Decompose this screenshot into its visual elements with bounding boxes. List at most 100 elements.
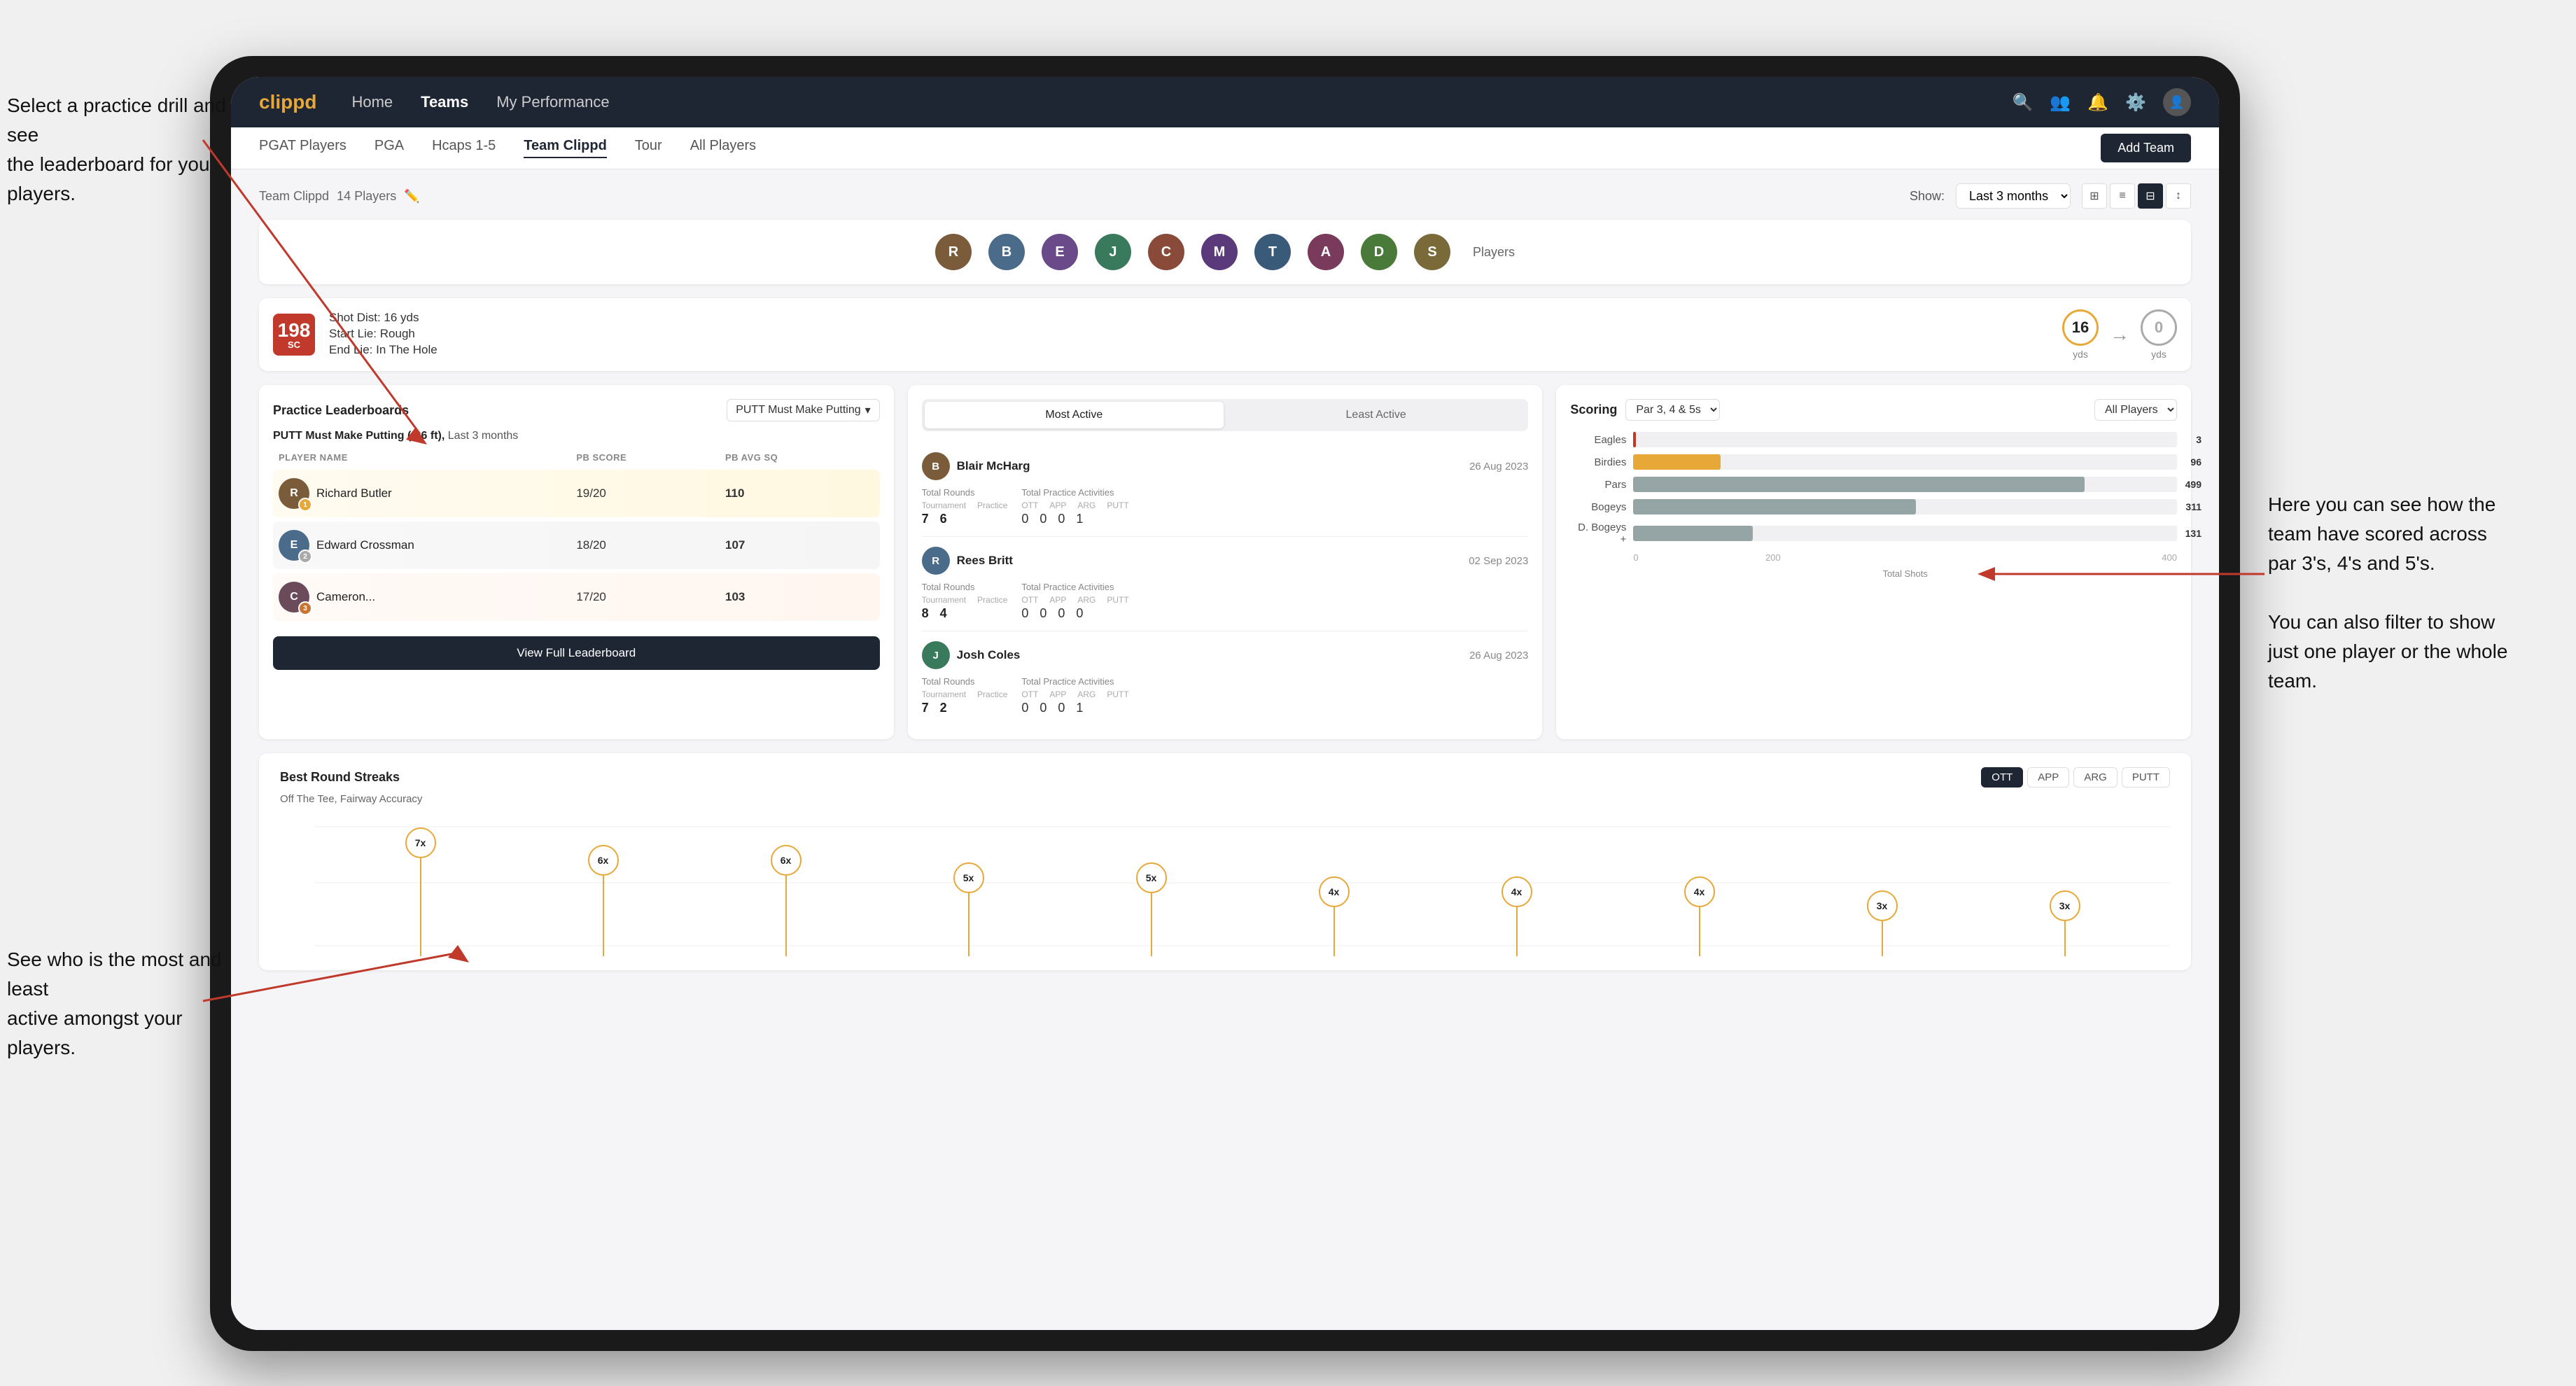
least-active-toggle[interactable]: Least Active bbox=[1226, 402, 1525, 428]
player-avatar-2[interactable]: B bbox=[988, 234, 1025, 270]
lb-avatar-1: R 1 bbox=[279, 478, 309, 509]
tablet-frame: clippd Home Teams My Performance 🔍 👥 🔔 ⚙… bbox=[210, 56, 2240, 1351]
lb-score-2: 18/20 bbox=[576, 538, 725, 552]
navbar: clippd Home Teams My Performance 🔍 👥 🔔 ⚙… bbox=[231, 77, 2219, 127]
nav-icons: 🔍 👥 🔔 ⚙️ 👤 bbox=[2012, 88, 2191, 116]
streak-dot-8: 4x bbox=[1684, 816, 1715, 956]
nav-logo: clippd bbox=[259, 91, 316, 113]
player-avatar-8[interactable]: A bbox=[1308, 234, 1344, 270]
users-icon[interactable]: 👥 bbox=[2050, 92, 2071, 113]
edit-team-icon[interactable]: ✏️ bbox=[404, 189, 419, 203]
streaks-header: Best Round Streaks OTT APP ARG PUTT bbox=[280, 767, 2170, 788]
scoring-filter-par[interactable]: Par 3, 4 & 5s bbox=[1625, 399, 1720, 421]
show-select[interactable]: Last 3 months bbox=[1956, 183, 2071, 209]
tab-all-players[interactable]: All Players bbox=[690, 138, 756, 158]
streak-dot-9: 3x bbox=[1867, 816, 1898, 956]
streaks-card: Best Round Streaks OTT APP ARG PUTT Off … bbox=[259, 753, 2191, 970]
player-avatar-9[interactable]: D bbox=[1361, 234, 1397, 270]
lb-avg-1: 110 bbox=[725, 486, 874, 500]
lb-name-1: Richard Butler bbox=[316, 486, 392, 500]
settings-icon[interactable]: ⚙️ bbox=[2125, 92, 2146, 113]
tab-team-clippd[interactable]: Team Clippd bbox=[524, 138, 607, 158]
scoring-header: Scoring Par 3, 4 & 5s All Players bbox=[1570, 399, 2177, 421]
three-col-layout: Practice Leaderboards PUTT Must Make Put… bbox=[259, 385, 2191, 739]
add-team-button[interactable]: Add Team bbox=[2101, 134, 2191, 162]
player-avatar-10[interactable]: S bbox=[1414, 234, 1450, 270]
lb-score-3: 17/20 bbox=[576, 590, 725, 604]
shot-info: Shot Dist: 16 yds Start Lie: Rough End L… bbox=[329, 311, 2048, 359]
streak-dot-6: 4x bbox=[1319, 816, 1350, 956]
ap-avatar-3: J bbox=[922, 641, 950, 669]
streak-dot-4: 5x bbox=[953, 816, 984, 956]
streaks-chart: 8 4 0 7x bbox=[315, 816, 2170, 956]
team-title-area: Team Clippd 14 Players ✏️ bbox=[259, 188, 420, 204]
streak-btn-app[interactable]: APP bbox=[2027, 767, 2069, 788]
tab-tour[interactable]: Tour bbox=[635, 138, 662, 158]
lb-avatar-2: E 2 bbox=[279, 530, 309, 561]
streaks-subtitle: Off The Tee, Fairway Accuracy bbox=[280, 793, 2170, 805]
main-content: Team Clippd 14 Players ✏️ Show: Last 3 m… bbox=[231, 169, 2219, 1330]
lb-row-1: R 1 Richard Butler 19/20 110 bbox=[273, 470, 880, 517]
tab-hcaps[interactable]: Hcaps 1-5 bbox=[432, 138, 496, 158]
view-sort-icon[interactable]: ↕ bbox=[2166, 183, 2191, 209]
ap-avatar-1: B bbox=[922, 452, 950, 480]
ap-name-1: Blair McHarg bbox=[957, 459, 1030, 473]
ap-date-1: 26 Aug 2023 bbox=[1469, 461, 1528, 472]
players-strip: R B E J C M T A D S Players bbox=[259, 220, 2191, 284]
view-full-leaderboard-button[interactable]: View Full Leaderboard bbox=[273, 636, 880, 670]
view-icons: ⊞ ≡ ⊟ ↕ bbox=[2082, 183, 2191, 209]
show-label: Show: bbox=[1910, 189, 1945, 204]
team-controls: Show: Last 3 months ⊞ ≡ ⊟ ↕ bbox=[1910, 183, 2191, 209]
activity-toggle: Most Active Least Active bbox=[922, 399, 1529, 431]
shot-circle-2: 0 yds bbox=[2141, 309, 2177, 360]
annotation-top-left: Select a practice drill and see the lead… bbox=[7, 91, 245, 209]
activity-player-1: B Blair McHarg 26 Aug 2023 Total Rounds … bbox=[922, 442, 1529, 537]
user-avatar[interactable]: 👤 bbox=[2163, 88, 2191, 116]
view-grid-icon[interactable]: ⊞ bbox=[2082, 183, 2107, 209]
lb-header: PLAYER NAME PB SCORE PB AVG SQ bbox=[273, 452, 880, 463]
team-header: Team Clippd 14 Players ✏️ Show: Last 3 m… bbox=[259, 183, 2191, 209]
player-avatar-3[interactable]: E bbox=[1042, 234, 1078, 270]
view-card-icon[interactable]: ⊟ bbox=[2138, 183, 2163, 209]
tab-pgat[interactable]: PGAT Players bbox=[259, 138, 346, 158]
streak-dot-5: 5x bbox=[1136, 816, 1167, 956]
practice-filter[interactable]: PUTT Must Make Putting ▾ bbox=[727, 399, 879, 421]
subnav-tabs: PGAT Players PGA Hcaps 1-5 Team Clippd T… bbox=[259, 138, 756, 158]
scoring-card: Scoring Par 3, 4 & 5s All Players Eagles bbox=[1556, 385, 2191, 739]
ap-date-3: 26 Aug 2023 bbox=[1469, 650, 1528, 662]
most-active-toggle[interactable]: Most Active bbox=[925, 402, 1224, 428]
nav-links: Home Teams My Performance bbox=[351, 93, 2012, 111]
nav-link-teams[interactable]: Teams bbox=[421, 93, 468, 111]
nav-link-performance[interactable]: My Performance bbox=[496, 93, 609, 111]
tab-pga[interactable]: PGA bbox=[374, 138, 404, 158]
activity-player-3: J Josh Coles 26 Aug 2023 Total Rounds To… bbox=[922, 631, 1529, 725]
streak-btn-putt[interactable]: PUTT bbox=[2122, 767, 2170, 788]
ap-name-3: Josh Coles bbox=[957, 648, 1021, 662]
activity-card: Most Active Least Active B Blair McHarg … bbox=[908, 385, 1543, 739]
tablet-screen: clippd Home Teams My Performance 🔍 👥 🔔 ⚙… bbox=[231, 77, 2219, 1330]
streak-dot-7: 4x bbox=[1502, 816, 1532, 956]
streak-btn-arg[interactable]: ARG bbox=[2073, 767, 2118, 788]
player-avatar-4[interactable]: J bbox=[1095, 234, 1131, 270]
scoring-filter-players[interactable]: All Players bbox=[2094, 399, 2177, 421]
view-list-icon[interactable]: ≡ bbox=[2110, 183, 2135, 209]
lb-row-3: C 3 Cameron... 17/20 103 bbox=[273, 573, 880, 621]
bar-row-eagles: Eagles 3 bbox=[1570, 432, 2177, 447]
lb-avatar-3: C 3 bbox=[279, 582, 309, 612]
bar-row-bogeys: Bogeys 311 bbox=[1570, 499, 2177, 514]
player-avatar-6[interactable]: M bbox=[1201, 234, 1238, 270]
nav-link-home[interactable]: Home bbox=[351, 93, 393, 111]
chart-x-labels: 0 200 400 bbox=[1633, 552, 2177, 563]
subnav: PGAT Players PGA Hcaps 1-5 Team Clippd T… bbox=[231, 127, 2219, 169]
player-avatar-7[interactable]: T bbox=[1254, 234, 1291, 270]
shot-circles: 16 yds → 0 yds bbox=[2062, 309, 2177, 360]
search-icon[interactable]: 🔍 bbox=[2012, 92, 2033, 113]
player-avatar-1[interactable]: R bbox=[935, 234, 972, 270]
streaks-buttons: OTT APP ARG PUTT bbox=[1981, 767, 2170, 788]
streak-btn-ott[interactable]: OTT bbox=[1981, 767, 2023, 788]
player-avatar-5[interactable]: C bbox=[1148, 234, 1184, 270]
bar-row-pars: Pars 499 bbox=[1570, 477, 2177, 492]
bell-icon[interactable]: 🔔 bbox=[2087, 92, 2108, 113]
players-label: Players bbox=[1473, 245, 1515, 260]
streaks-title: Best Round Streaks bbox=[280, 770, 400, 785]
